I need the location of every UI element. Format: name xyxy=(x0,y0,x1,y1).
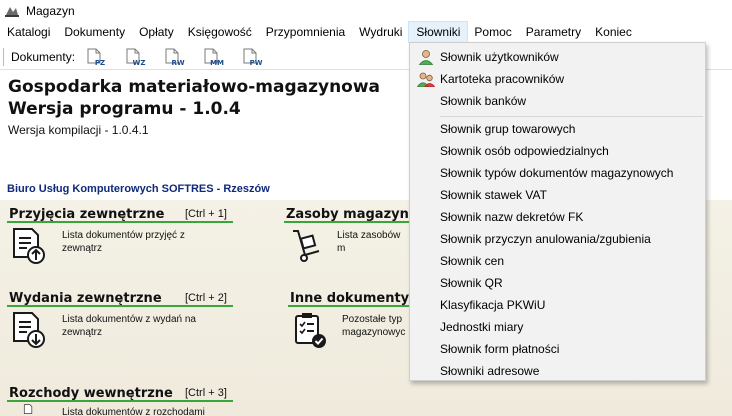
menu-item-label: Słownik banków xyxy=(440,94,527,108)
section-description-line: Pozostałe typ xyxy=(342,314,403,325)
slowniki-dropdown-menu: Słownik użytkowników Kartoteka pracownik… xyxy=(409,42,706,381)
menu-bar: Katalogi Dokumenty Opłaty Księgowość Prz… xyxy=(0,21,732,43)
section-title[interactable]: Rozchody wewnętrzne xyxy=(9,386,173,401)
menu-item-users[interactable]: Słownik użytkowników xyxy=(410,46,705,68)
menu-item-label: Słownik form płatności xyxy=(440,342,560,356)
menu-item-fk-decrees[interactable]: Słownik nazw dekretów FK xyxy=(410,206,705,228)
checklist-icon xyxy=(295,313,326,348)
menu-item-responsible-persons[interactable]: Słownik osób odpowiedzialnych xyxy=(410,140,705,162)
toolbar-mm-button[interactable]: MM xyxy=(198,46,226,68)
menu-pomoc[interactable]: Pomoc xyxy=(467,22,518,42)
app-logo-icon xyxy=(5,7,19,17)
toolbar-pw-button[interactable]: PW xyxy=(237,46,265,68)
section-title[interactable]: Przyjęcia zewnętrzne xyxy=(9,207,164,222)
title-bar: Magazyn xyxy=(0,0,732,22)
menu-item-address-books[interactable]: Słowniki adresowe xyxy=(410,360,705,382)
document-icon xyxy=(23,404,33,414)
menu-ksiegowosc[interactable]: Księgowość xyxy=(181,22,259,42)
section-description-line: magazynowyc xyxy=(342,327,406,338)
menu-dokumenty[interactable]: Dokumenty xyxy=(57,22,132,42)
menu-przypomnienia[interactable]: Przypomnienia xyxy=(259,22,352,42)
section-warehouse-stock[interactable]: Zasoby magazynowe Lista zasobów m xyxy=(284,207,409,277)
menu-parametry[interactable]: Parametry xyxy=(519,22,588,42)
menu-slowniki[interactable]: Słowniki xyxy=(408,21,469,43)
menu-separator xyxy=(440,116,703,117)
section-description-line: zewnątrz xyxy=(62,327,103,338)
user-icon xyxy=(418,50,434,65)
menu-item-document-types[interactable]: Słownik typów dokumentów magazynowych xyxy=(410,162,705,184)
menu-item-label: Słownik użytkowników xyxy=(440,50,559,64)
section-external-receipts[interactable]: Przyjęcia zewnętrzne [Ctrl + 1] Lista do… xyxy=(7,207,233,277)
section-shortcut: [Ctrl + 1] xyxy=(185,208,227,220)
section-description: Lista dokumentów przyjęć z zewnątrz xyxy=(62,229,185,255)
section-other-documents[interactable]: Inne dokumenty m Pozostałe typ magazynow… xyxy=(288,291,409,361)
menu-item-label: Słownik przyczyn anulowania/zgubienia xyxy=(440,232,651,246)
menu-item-cancellation-reasons[interactable]: Słownik przyczyn anulowania/zgubienia xyxy=(410,228,705,250)
toolbar-mm-label: MM xyxy=(210,58,224,67)
section-description: Lista dokumentów z wydań na zewnątrz xyxy=(62,313,196,339)
menu-item-payment-forms[interactable]: Słownik form płatności xyxy=(410,338,705,360)
menu-item-label: Słownik typów dokumentów magazynowych xyxy=(440,166,674,180)
menu-item-label: Słownik grup towarowych xyxy=(440,122,576,136)
menu-katalogi[interactable]: Katalogi xyxy=(0,22,57,42)
menu-item-units[interactable]: Jednostki miary xyxy=(410,316,705,338)
toolbar-rw-label: RW xyxy=(171,58,185,67)
menu-item-vat-rates[interactable]: Słownik stawek VAT xyxy=(410,184,705,206)
section-description-line: Lista dokumentów przyjęć z xyxy=(62,230,185,241)
section-title[interactable]: Wydania zewnętrzne xyxy=(9,291,162,306)
document-arrow-up-icon xyxy=(13,228,45,264)
toolbar-label: Dokumenty: xyxy=(11,49,76,64)
toolbar-wz-label: WZ xyxy=(132,58,146,67)
menu-koniec[interactable]: Koniec xyxy=(588,22,639,42)
program-title: Gospodarka materiałowo-magazynowa xyxy=(8,77,381,97)
menu-item-label: Słownik stawek VAT xyxy=(440,188,547,202)
toolbar-pw-label: PW xyxy=(249,58,263,67)
menu-item-banks[interactable]: Słownik banków xyxy=(410,90,705,112)
menu-item-pkwiu[interactable]: Klasyfikacja PKWiU xyxy=(410,294,705,316)
menu-item-label: Kartoteka pracowników xyxy=(440,72,565,86)
menu-item-label: Słownik nazw dekretów FK xyxy=(440,210,584,224)
menu-item-label: Klasyfikacja PKWiU xyxy=(440,298,546,312)
menu-item-qr[interactable]: Słownik QR xyxy=(410,272,705,294)
menu-item-employees[interactable]: Kartoteka pracowników xyxy=(410,68,705,90)
section-internal-issues[interactable]: Rozchody wewnętrzne [Ctrl + 3] Lista dok… xyxy=(7,386,233,416)
section-description: Lista zasobów m xyxy=(337,229,409,255)
section-external-issues[interactable]: Wydania zewnętrzne [Ctrl + 2] Lista doku… xyxy=(7,291,233,361)
toolbar-pz-button[interactable]: PZ xyxy=(81,46,109,68)
menu-oplaty[interactable]: Opłaty xyxy=(132,22,181,42)
menu-wydruki[interactable]: Wydruki xyxy=(352,22,409,42)
menu-item-label: Słownik cen xyxy=(440,254,505,268)
section-title[interactable]: Zasoby magazynowe xyxy=(286,207,409,222)
users-icon xyxy=(417,72,435,87)
section-description-line: Lista dokumentów z wydań na xyxy=(62,314,196,325)
toolbar-pz-label: PZ xyxy=(94,58,106,67)
section-description: Lista dokumentów z rozchodami xyxy=(62,406,205,416)
menu-item-product-groups[interactable]: Słownik grup towarowych xyxy=(410,118,705,140)
menu-item-prices[interactable]: Słownik cen xyxy=(410,250,705,272)
menu-item-label: Słownik osób odpowiedzialnych xyxy=(440,144,609,158)
section-description-line: Lista zasobów m xyxy=(337,230,401,254)
toolbar-wz-button[interactable]: WZ xyxy=(120,46,148,68)
section-description: Pozostałe typ magazynowyc xyxy=(342,313,405,339)
program-build: Wersja kompilacji - 1.0.4.1 xyxy=(8,123,149,137)
hand-truck-icon xyxy=(293,230,320,262)
program-version: Wersja programu - 1.0.4 xyxy=(8,99,241,119)
menu-item-label: Słownik QR xyxy=(440,276,503,290)
menu-item-label: Jednostki miary xyxy=(440,320,524,334)
section-shortcut: [Ctrl + 3] xyxy=(185,387,227,399)
toolbar-rw-button[interactable]: RW xyxy=(159,46,187,68)
section-description-line: zewnątrz xyxy=(62,243,103,254)
toolbar-grip[interactable] xyxy=(3,47,4,66)
section-title[interactable]: Inne dokumenty m xyxy=(290,291,409,306)
document-arrow-down-icon xyxy=(13,312,45,348)
section-description-line: Lista dokumentów z rozchodami xyxy=(62,407,205,416)
company-name: Biuro Usług Komputerowych SOFTRES - Rzes… xyxy=(7,183,270,195)
window-title: Magazyn xyxy=(26,4,75,18)
section-shortcut: [Ctrl + 2] xyxy=(185,292,227,304)
menu-item-label: Słowniki adresowe xyxy=(440,364,540,378)
